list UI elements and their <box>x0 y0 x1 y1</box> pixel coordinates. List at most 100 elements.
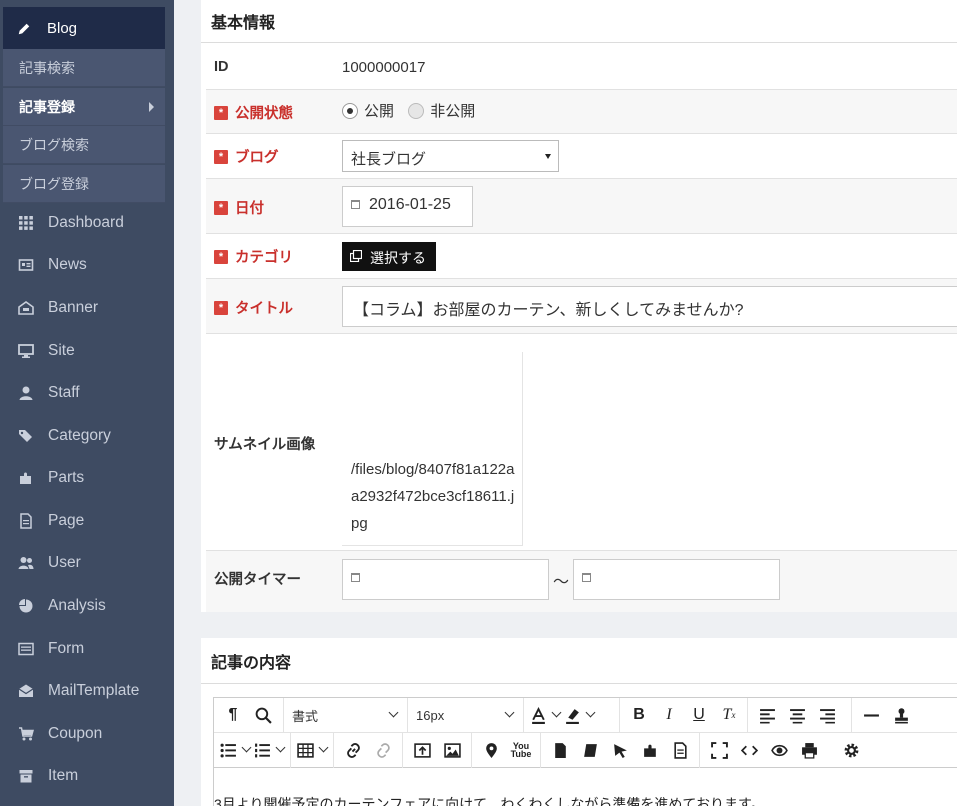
font-size-select[interactable]: 16px <box>408 697 524 733</box>
italic-icon[interactable]: I <box>656 701 682 729</box>
sidebar-item-label: Item <box>48 767 79 784</box>
sidebar-item-parts[interactable]: Parts <box>0 458 174 498</box>
file-icon[interactable] <box>547 736 573 764</box>
sidebar-item-form[interactable]: Form <box>0 629 174 669</box>
thumbnail-row: サムネイル画像 /files/blog/8407f81a122aa2932f47… <box>206 334 957 551</box>
link-icon[interactable] <box>340 736 366 764</box>
grid-icon <box>18 215 34 231</box>
form-icon <box>18 641 34 657</box>
code-icon[interactable] <box>736 736 762 764</box>
sidebar-item-label: Banner <box>48 299 98 316</box>
sidebar-item-item[interactable]: Item <box>0 756 174 796</box>
toolbar-group <box>291 732 334 768</box>
sidebar-item-coupon[interactable]: Coupon <box>0 714 174 754</box>
gear-icon[interactable] <box>838 736 864 764</box>
table-icon[interactable] <box>297 736 329 764</box>
sidebar-item-blog[interactable]: Blog <box>3 7 165 49</box>
chevron-down-icon <box>551 707 562 718</box>
sidebar-item-label: Site <box>48 342 75 359</box>
sidebar-item-banner[interactable]: Banner <box>0 288 174 328</box>
radio-private[interactable]: 非公開 <box>408 103 475 120</box>
sidebar-subitem-label: ブログ登録 <box>19 175 89 192</box>
upload-icon[interactable] <box>409 736 435 764</box>
sidebar-item-page[interactable]: Page <box>0 501 174 541</box>
category-label-text: カテゴリ <box>235 250 293 266</box>
sidebar-subitem-label: 記事検索 <box>19 59 75 76</box>
print-icon[interactable] <box>796 736 822 764</box>
blog-select[interactable]: 社長ブログ <box>342 140 559 172</box>
editor-toolbar-row-2: You Tube <box>214 732 957 768</box>
format-select[interactable]: 書式 <box>284 697 408 733</box>
underline-icon[interactable]: U <box>686 701 712 729</box>
horizontal-rule-icon[interactable] <box>858 701 884 729</box>
stamp-icon[interactable] <box>888 701 914 729</box>
fullscreen-icon[interactable] <box>706 736 732 764</box>
sidebar-item-user[interactable]: User <box>0 543 174 583</box>
sidebar-item-category[interactable]: Category <box>0 416 174 456</box>
panel-title: 基本情報 <box>201 0 957 43</box>
sidebar-subitem-blog-search[interactable]: ブログ検索 <box>3 126 165 164</box>
bold-icon[interactable]: B <box>626 701 652 729</box>
sidebar-subitem-article-register[interactable]: 記事登録 <box>3 88 165 126</box>
sidebar-subitem-article-search[interactable]: 記事検索 <box>3 49 165 87</box>
category-select-button[interactable]: 選択する <box>342 242 436 271</box>
person-icon <box>18 385 34 401</box>
sidebar-item-news[interactable]: News <box>0 245 174 285</box>
sidebar-item-label: MailTemplate <box>48 682 140 699</box>
preview-eye-icon[interactable] <box>766 736 792 764</box>
sidebar-item-label: News <box>48 256 87 273</box>
thumbnail-path[interactable]: /files/blog/8407f81a122aa2932f472bce3cf1… <box>342 352 523 546</box>
rich-text-editor: ¶ 書式 16px B I U Tx You Tube 3月より開催予定のカーテ… <box>213 697 957 806</box>
sidebar-item-site[interactable]: Site <box>0 331 174 371</box>
search-icon[interactable] <box>250 701 276 729</box>
radio-public[interactable]: 公開 <box>342 103 394 120</box>
category-label: * カテゴリ <box>214 246 293 267</box>
map-marker-icon[interactable] <box>478 736 504 764</box>
format-select-value: 書式 <box>292 708 319 724</box>
calendar-icon <box>351 573 360 582</box>
align-right-icon[interactable] <box>814 701 840 729</box>
timer-separator: 〜 <box>553 574 570 591</box>
toolbar-group <box>524 697 620 733</box>
highlight-icon[interactable] <box>564 701 596 729</box>
toolbar-group <box>852 698 920 733</box>
clear-format-icon[interactable]: Tx <box>716 701 742 729</box>
toolbar-group <box>214 732 291 768</box>
calendar-icon <box>351 200 360 209</box>
timer-end-input[interactable] <box>573 559 780 600</box>
bullet-list-icon[interactable] <box>220 736 252 764</box>
font-color-icon[interactable] <box>530 701 562 729</box>
timer-start-input[interactable] <box>342 559 549 600</box>
image-icon[interactable] <box>439 736 465 764</box>
cart-icon <box>18 726 34 742</box>
editor-content[interactable]: 3月より開催予定のカーテンフェアに向けて、わくわくしながら準備を進めております。 <box>214 794 765 806</box>
required-icon: * <box>214 300 228 315</box>
numbered-list-icon[interactable] <box>254 736 286 764</box>
calendar-icon <box>582 573 591 582</box>
content-panel: 記事の内容 ¶ 書式 16px B I U Tx You Tube 3月より開催… <box>201 638 957 806</box>
book-icon[interactable] <box>577 736 603 764</box>
sidebar-item-mailtemplate[interactable]: MailTemplate <box>0 671 174 711</box>
toolbar-group: B I U Tx <box>620 697 748 733</box>
youtube-icon[interactable]: You Tube <box>508 736 534 764</box>
sidebar-subitem-blog-register[interactable]: ブログ登録 <box>3 165 165 203</box>
date-input[interactable]: 2016-01-25 <box>342 186 473 227</box>
align-center-icon[interactable] <box>784 701 810 729</box>
sidebar-item-analysis[interactable]: Analysis <box>0 586 174 626</box>
title-input[interactable]: 【コラム】お部屋のカーテン、新しくしてみませんか? <box>342 286 957 327</box>
external-window-icon <box>350 250 362 262</box>
unlink-icon[interactable] <box>370 736 396 764</box>
mail-icon <box>18 683 34 699</box>
blog-row: * ブログ 社長ブログ <box>206 134 957 179</box>
align-left-icon[interactable] <box>754 701 780 729</box>
date-label: * 日付 <box>214 197 264 218</box>
puzzle-icon[interactable] <box>637 736 663 764</box>
document-icon[interactable] <box>667 736 693 764</box>
status-row: * 公開状態 公開 非公開 <box>206 90 957 134</box>
sidebar-item-dashboard[interactable]: Dashboard <box>0 203 174 243</box>
paragraph-icon[interactable]: ¶ <box>220 701 246 729</box>
sidebar-item-label: Category <box>48 427 111 444</box>
sidebar-item-staff[interactable]: Staff <box>0 373 174 413</box>
pie-chart-icon <box>18 598 34 614</box>
cursor-icon[interactable] <box>607 736 633 764</box>
